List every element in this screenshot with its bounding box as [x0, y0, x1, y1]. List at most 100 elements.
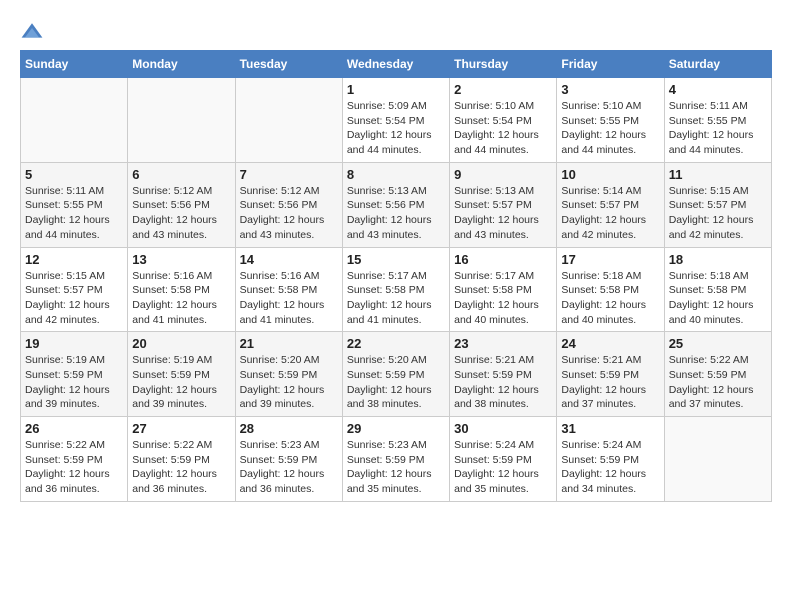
calendar-cell: 17 Sunrise: 5:18 AMSunset: 5:58 PMDayligh…: [557, 247, 664, 332]
calendar-week-row: 19 Sunrise: 5:19 AMSunset: 5:59 PMDayligh…: [21, 332, 772, 417]
day-number: 31: [561, 421, 659, 436]
day-number: 4: [669, 82, 767, 97]
day-info: Sunrise: 5:14 AMSunset: 5:57 PMDaylight:…: [561, 184, 659, 243]
calendar-cell: 15 Sunrise: 5:17 AMSunset: 5:58 PMDayligh…: [342, 247, 449, 332]
day-info: Sunrise: 5:09 AMSunset: 5:54 PMDaylight:…: [347, 99, 445, 158]
weekday-header: Friday: [557, 51, 664, 78]
day-info: Sunrise: 5:13 AMSunset: 5:56 PMDaylight:…: [347, 184, 445, 243]
calendar-cell: [21, 78, 128, 163]
calendar-week-row: 12 Sunrise: 5:15 AMSunset: 5:57 PMDayligh…: [21, 247, 772, 332]
calendar-cell: 27 Sunrise: 5:22 AMSunset: 5:59 PMDayligh…: [128, 417, 235, 502]
calendar-cell: 28 Sunrise: 5:23 AMSunset: 5:59 PMDayligh…: [235, 417, 342, 502]
logo: [20, 20, 48, 44]
day-info: Sunrise: 5:23 AMSunset: 5:59 PMDaylight:…: [240, 438, 338, 497]
day-info: Sunrise: 5:16 AMSunset: 5:58 PMDaylight:…: [240, 269, 338, 328]
day-number: 11: [669, 167, 767, 182]
day-number: 28: [240, 421, 338, 436]
day-info: Sunrise: 5:19 AMSunset: 5:59 PMDaylight:…: [25, 353, 123, 412]
day-number: 12: [25, 252, 123, 267]
day-info: Sunrise: 5:22 AMSunset: 5:59 PMDaylight:…: [25, 438, 123, 497]
day-info: Sunrise: 5:20 AMSunset: 5:59 PMDaylight:…: [240, 353, 338, 412]
day-info: Sunrise: 5:15 AMSunset: 5:57 PMDaylight:…: [25, 269, 123, 328]
day-number: 10: [561, 167, 659, 182]
calendar-cell: 29Sunrise: 5:23 AMSunset: 5:59 PMDayligh…: [342, 417, 449, 502]
calendar-cell: [128, 78, 235, 163]
day-number: 14: [240, 252, 338, 267]
day-number: 27: [132, 421, 230, 436]
calendar-cell: [235, 78, 342, 163]
day-number: 16: [454, 252, 552, 267]
day-info: Sunrise: 5:19 AMSunset: 5:59 PMDaylight:…: [132, 353, 230, 412]
day-info: Sunrise: 5:12 AMSunset: 5:56 PMDaylight:…: [132, 184, 230, 243]
calendar-cell: 16 Sunrise: 5:17 AMSunset: 5:58 PMDayligh…: [450, 247, 557, 332]
day-info: Sunrise: 5:17 AMSunset: 5:58 PMDaylight:…: [347, 269, 445, 328]
calendar-cell: [664, 417, 771, 502]
day-info: Sunrise: 5:21 AMSunset: 5:59 PMDaylight:…: [454, 353, 552, 412]
calendar-week-row: 26 Sunrise: 5:22 AMSunset: 5:59 PMDayligh…: [21, 417, 772, 502]
calendar-cell: 1 Sunrise: 5:09 AMSunset: 5:54 PMDaylight…: [342, 78, 449, 163]
day-number: 29: [347, 421, 445, 436]
calendar-cell: 7Sunrise: 5:12 AMSunset: 5:56 PMDaylight…: [235, 162, 342, 247]
day-number: 22: [347, 336, 445, 351]
day-number: 20: [132, 336, 230, 351]
day-info: Sunrise: 5:11 AMSunset: 5:55 PMDaylight:…: [25, 184, 123, 243]
day-info: Sunrise: 5:16 AMSunset: 5:58 PMDaylight:…: [132, 269, 230, 328]
calendar-cell: 26 Sunrise: 5:22 AMSunset: 5:59 PMDayligh…: [21, 417, 128, 502]
day-number: 3: [561, 82, 659, 97]
day-number: 19: [25, 336, 123, 351]
calendar-cell: 11 Sunrise: 5:15 AMSunset: 5:57 PMDayligh…: [664, 162, 771, 247]
day-number: 17: [561, 252, 659, 267]
calendar-week-row: 5 Sunrise: 5:11 AMSunset: 5:55 PMDaylight…: [21, 162, 772, 247]
calendar-cell: 22Sunrise: 5:20 AMSunset: 5:59 PMDayligh…: [342, 332, 449, 417]
day-number: 30: [454, 421, 552, 436]
calendar-cell: 20 Sunrise: 5:19 AMSunset: 5:59 PMDayligh…: [128, 332, 235, 417]
day-info: Sunrise: 5:18 AMSunset: 5:58 PMDaylight:…: [561, 269, 659, 328]
day-info: Sunrise: 5:10 AMSunset: 5:54 PMDaylight:…: [454, 99, 552, 158]
page-header: [20, 20, 772, 44]
calendar-week-row: 1 Sunrise: 5:09 AMSunset: 5:54 PMDaylight…: [21, 78, 772, 163]
calendar-cell: 9 Sunrise: 5:13 AMSunset: 5:57 PMDaylight…: [450, 162, 557, 247]
day-info: Sunrise: 5:22 AMSunset: 5:59 PMDaylight:…: [132, 438, 230, 497]
day-number: 26: [25, 421, 123, 436]
weekday-header: Saturday: [664, 51, 771, 78]
calendar-cell: 24Sunrise: 5:21 AMSunset: 5:59 PMDayligh…: [557, 332, 664, 417]
day-number: 6: [132, 167, 230, 182]
day-number: 5: [25, 167, 123, 182]
calendar-cell: 4Sunrise: 5:11 AMSunset: 5:55 PMDaylight…: [664, 78, 771, 163]
calendar-cell: 8 Sunrise: 5:13 AMSunset: 5:56 PMDaylight…: [342, 162, 449, 247]
weekday-header: Tuesday: [235, 51, 342, 78]
day-number: 7: [240, 167, 338, 182]
calendar-cell: 14 Sunrise: 5:16 AMSunset: 5:58 PMDayligh…: [235, 247, 342, 332]
day-info: Sunrise: 5:24 AMSunset: 5:59 PMDaylight:…: [561, 438, 659, 497]
calendar-cell: 18Sunrise: 5:18 AMSunset: 5:58 PMDayligh…: [664, 247, 771, 332]
calendar-cell: 19 Sunrise: 5:19 AMSunset: 5:59 PMDayligh…: [21, 332, 128, 417]
day-info: Sunrise: 5:21 AMSunset: 5:59 PMDaylight:…: [561, 353, 659, 412]
day-number: 23: [454, 336, 552, 351]
calendar-cell: 2 Sunrise: 5:10 AMSunset: 5:54 PMDaylight…: [450, 78, 557, 163]
calendar-table: SundayMondayTuesdayWednesdayThursdayFrid…: [20, 50, 772, 502]
day-info: Sunrise: 5:17 AMSunset: 5:58 PMDaylight:…: [454, 269, 552, 328]
day-number: 25: [669, 336, 767, 351]
day-number: 8: [347, 167, 445, 182]
day-info: Sunrise: 5:18 AMSunset: 5:58 PMDaylight:…: [669, 269, 767, 328]
day-number: 2: [454, 82, 552, 97]
day-number: 9: [454, 167, 552, 182]
day-number: 1: [347, 82, 445, 97]
weekday-header-row: SundayMondayTuesdayWednesdayThursdayFrid…: [21, 51, 772, 78]
weekday-header: Monday: [128, 51, 235, 78]
day-info: Sunrise: 5:13 AMSunset: 5:57 PMDaylight:…: [454, 184, 552, 243]
calendar-cell: 31 Sunrise: 5:24 AMSunset: 5:59 PMDayligh…: [557, 417, 664, 502]
weekday-header: Thursday: [450, 51, 557, 78]
calendar-cell: 25Sunrise: 5:22 AMSunset: 5:59 PMDayligh…: [664, 332, 771, 417]
day-number: 13: [132, 252, 230, 267]
calendar-cell: 5 Sunrise: 5:11 AMSunset: 5:55 PMDaylight…: [21, 162, 128, 247]
calendar-cell: 10 Sunrise: 5:14 AMSunset: 5:57 PMDayligh…: [557, 162, 664, 247]
day-number: 21: [240, 336, 338, 351]
calendar-cell: 30Sunrise: 5:24 AMSunset: 5:59 PMDayligh…: [450, 417, 557, 502]
day-info: Sunrise: 5:15 AMSunset: 5:57 PMDaylight:…: [669, 184, 767, 243]
calendar-cell: 23 Sunrise: 5:21 AMSunset: 5:59 PMDayligh…: [450, 332, 557, 417]
day-info: Sunrise: 5:10 AMSunset: 5:55 PMDaylight:…: [561, 99, 659, 158]
calendar-cell: 21 Sunrise: 5:20 AMSunset: 5:59 PMDayligh…: [235, 332, 342, 417]
calendar-cell: 3 Sunrise: 5:10 AMSunset: 5:55 PMDaylight…: [557, 78, 664, 163]
day-number: 15: [347, 252, 445, 267]
